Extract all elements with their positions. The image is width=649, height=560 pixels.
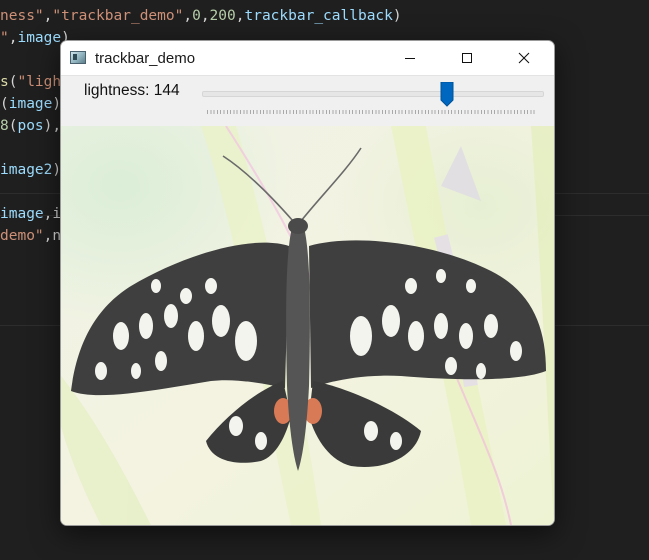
app-icon (70, 51, 86, 64)
maximize-icon (462, 53, 472, 63)
butterfly-image (61, 126, 554, 525)
title-bar[interactable]: trackbar_demo (61, 41, 554, 75)
image-display (61, 126, 554, 525)
code-token: ,n (43, 228, 62, 244)
code-token: 200 (209, 8, 236, 24)
code-token: image (0, 206, 44, 222)
close-button[interactable] (501, 41, 547, 75)
code-token: ,i (43, 206, 62, 222)
code-token: ( (0, 96, 9, 112)
maximize-button[interactable] (444, 41, 490, 75)
code-line[interactable]: ness","trackbar_demo",0,200,trackbar_cal… (0, 5, 402, 27)
code-token: image (17, 30, 62, 46)
trackbar-track[interactable] (202, 91, 544, 97)
code-token: s (0, 74, 9, 90)
code-token: , (183, 8, 193, 24)
code-line[interactable]: image2) (0, 159, 61, 181)
code-token: pos (17, 118, 44, 134)
code-token: demo" (0, 228, 44, 244)
code-token: ) (392, 8, 402, 24)
trackbar-label: lightness: 144 (84, 82, 180, 99)
close-icon (518, 52, 530, 64)
code-token: " (0, 30, 9, 46)
code-token: ness" (0, 8, 44, 24)
trackbar-ticks (207, 110, 537, 114)
code-token: 0 (192, 8, 201, 24)
code-token: image (8, 96, 53, 112)
minimize-button[interactable] (387, 41, 433, 75)
code-line[interactable]: demo",n (0, 225, 61, 247)
code-line[interactable]: 8(pos), (0, 115, 61, 137)
code-token: , (200, 8, 210, 24)
minimize-icon (405, 58, 415, 59)
trackbar-panel: lightness: 144 (61, 75, 554, 126)
code-token: trackbar_callback (244, 8, 393, 24)
code-line[interactable]: (image) (0, 93, 61, 115)
code-token: ), (43, 118, 62, 134)
code-token: "trackbar_demo" (52, 8, 184, 24)
window-title: trackbar_demo (95, 50, 196, 67)
trackbar-window: trackbar_demo lightness: 144 (60, 40, 555, 526)
code-line[interactable]: s("ligh (0, 71, 61, 93)
code-line[interactable]: image,i (0, 203, 61, 225)
trackbar-thumb[interactable] (440, 82, 454, 107)
code-token: 8 (0, 118, 9, 134)
code-token: "ligh (17, 74, 62, 90)
code-token: image2 (0, 162, 53, 178)
